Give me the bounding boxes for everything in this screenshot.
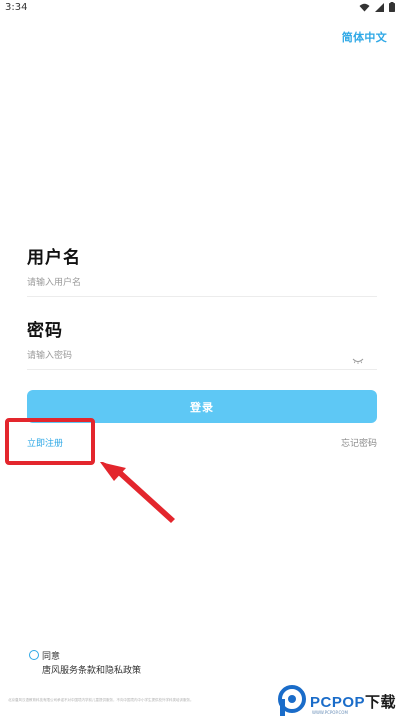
agree-label: 同意 <box>42 652 61 662</box>
username-label: 用户名 <box>27 248 81 268</box>
language-switch[interactable]: 简体中文 <box>342 29 387 45</box>
forgot-password-link[interactable]: 忘记密码 <box>341 436 377 449</box>
username-input[interactable] <box>27 272 377 294</box>
watermark-brand: PCPOP下载 <box>310 694 397 711</box>
battery-icon <box>389 2 395 12</box>
password-divider <box>27 369 377 370</box>
eye-closed-icon[interactable] <box>352 350 364 364</box>
watermark: PCPOP下载 WWW.PCPOP.COM <box>278 683 403 720</box>
status-bar: 3:34 <box>0 0 403 18</box>
status-time: 3:34 <box>5 2 28 13</box>
password-label: 密码 <box>27 321 63 341</box>
signal-icon <box>375 2 384 12</box>
pcpop-logo-icon <box>278 685 306 716</box>
agree-checkbox[interactable] <box>29 650 39 660</box>
terms-privacy-link[interactable]: 唐风服务条款和隐私政策 <box>42 663 141 676</box>
password-input[interactable] <box>27 345 377 367</box>
register-link[interactable]: 立即注册 <box>27 436 63 449</box>
watermark-suffix: 下载 <box>365 694 397 711</box>
username-divider <box>27 296 377 297</box>
footer-note: 北京唐风汉语教育科技有限公司承诺不对中国境内学前儿童提供服务，不向中国境内中小学… <box>8 698 194 702</box>
wifi-icon <box>359 3 370 12</box>
status-icons <box>359 2 395 12</box>
watermark-subtitle: WWW.PCPOP.COM <box>312 710 348 715</box>
